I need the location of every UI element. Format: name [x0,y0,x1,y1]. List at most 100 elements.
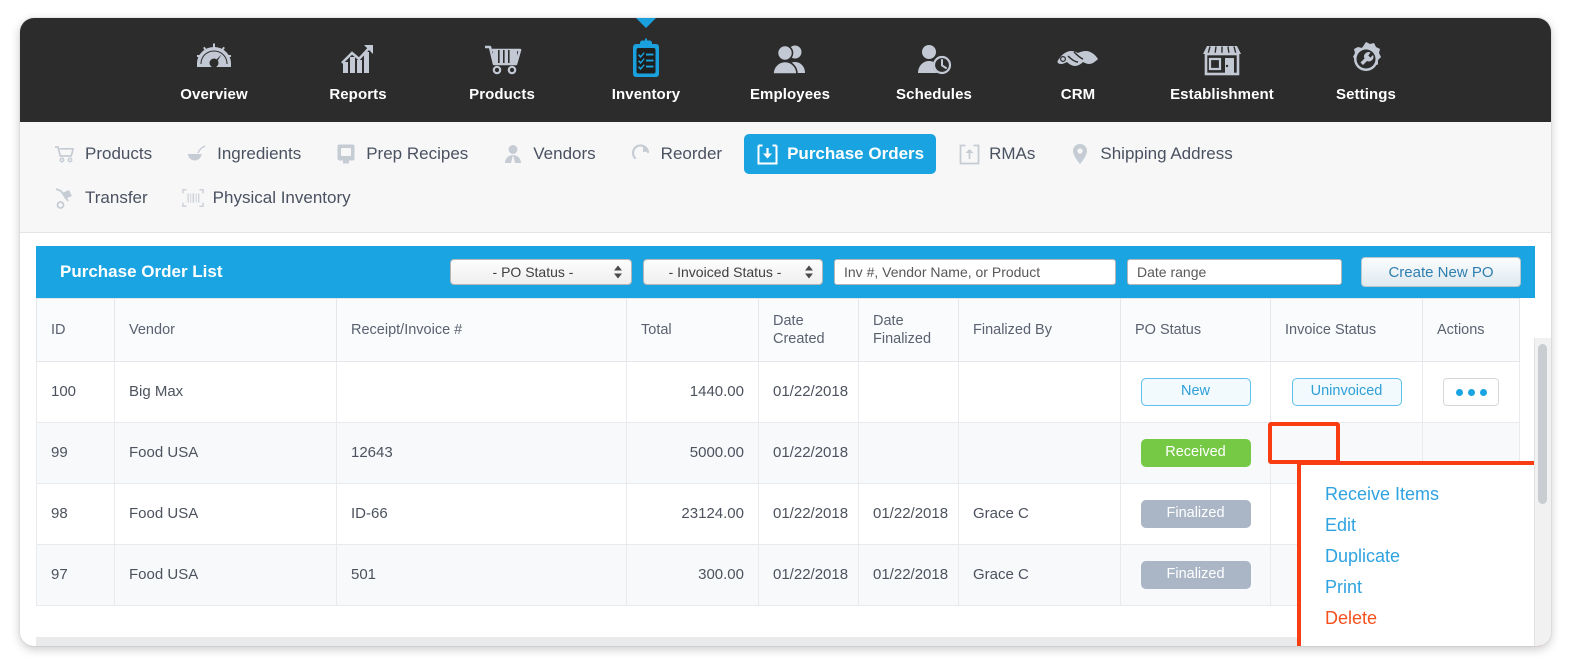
search-input[interactable]: Inv #, Vendor Name, or Product [834,259,1116,285]
subnav-label: Physical Inventory [212,188,351,207]
col-header-date-created-line2: Created [773,331,825,347]
two-people-icon [767,34,813,84]
subnav-label: Vendors [533,144,596,163]
col-header-date-finalized-line2: Finalized [873,331,932,347]
subnav-label: Transfer [85,188,148,207]
col-header-finalized-by[interactable]: Finalized By [958,298,1121,362]
po-status-select-value: - PO Status - [492,264,574,280]
dot [1467,388,1475,396]
table-header-row: ID Vendor Receipt/Invoice # Total Date C… [36,298,1520,362]
handshake-icon [1054,34,1102,84]
col-header-receipt-invoice[interactable]: Receipt/Invoice # [336,298,627,362]
screenshot-stage: Overview Reports Products Inventory Empl… [0,0,1571,663]
cell-vendor: Food USA [114,422,337,484]
vertical-scrollbar[interactable] [1534,338,1551,646]
subnav-label: Reorder [660,144,723,163]
subnav-item-shipping-address[interactable]: Shipping Address [1057,134,1244,174]
hand-truck-icon [54,187,76,209]
col-header-invoice-status[interactable]: Invoice Status [1270,298,1423,362]
subnav-item-prep-recipes[interactable]: Prep Recipes [323,134,480,174]
menu-item-print[interactable]: Print [1301,572,1538,603]
cell-receipt: 501 [336,544,627,606]
menu-item-edit[interactable]: Edit [1301,510,1538,541]
vertical-scrollbar-thumb[interactable] [1538,344,1547,504]
nav-item-overview[interactable]: Overview [142,18,286,103]
nav-item-products[interactable]: Products [430,18,574,103]
cell-po-status: Finalized [1120,483,1271,545]
cell-date-finalized [858,361,959,423]
invoiced-status-select[interactable]: - Invoiced Status - [643,259,823,285]
nav-item-crm[interactable]: CRM [1006,18,1150,103]
subnav-item-physical-inventory[interactable]: Physical Inventory [170,178,363,218]
cell-receipt: ID-66 [336,483,627,545]
subnav-item-rmas[interactable]: RMAs [946,134,1047,174]
status-badge-invoice[interactable]: Uninvoiced [1291,378,1402,406]
col-header-total[interactable]: Total [626,298,759,362]
col-header-actions[interactable]: Actions [1422,298,1520,362]
col-header-vendor[interactable]: Vendor [114,298,337,362]
upload-box-icon [958,143,980,165]
col-header-date-created[interactable]: Date Created [758,298,859,362]
cell-finalized-by [958,422,1121,484]
menu-item-delete[interactable]: Delete [1301,603,1538,634]
cell-date-created: 01/22/2018 [758,544,859,606]
cell-receipt: 12643 [336,422,627,484]
subnav-label: Shipping Address [1100,144,1233,163]
subnav-item-reorder[interactable]: Reorder [618,134,734,174]
cell-date-finalized: 01/22/2018 [858,544,959,606]
subnav-item-purchase-orders[interactable]: Purchase Orders [744,134,937,174]
nav-item-establishment[interactable]: Establishment [1150,18,1294,103]
subnav-item-transfer[interactable]: Transfer [42,178,160,218]
status-badge-po[interactable]: Received [1140,439,1251,467]
mixing-bowl-icon [186,143,208,165]
subnav-label: Purchase Orders [787,144,925,163]
inventory-subnavigation: Products Ingredients Prep Recipes Vendor… [20,122,1551,233]
nav-item-reports[interactable]: Reports [286,18,430,103]
gauge-icon [192,34,236,84]
clipboard-checklist-icon [626,34,666,84]
nav-item-employees[interactable]: Employees [718,18,862,103]
search-input-placeholder: Inv #, Vendor Name, or Product [844,264,1041,280]
actions-menu-button[interactable] [1443,378,1499,406]
create-new-po-button[interactable]: Create New PO [1361,257,1521,287]
shopping-cart-icon [479,34,525,84]
subnav-label: Ingredients [217,144,302,163]
nav-item-settings[interactable]: Settings [1294,18,1438,103]
nav-item-inventory[interactable]: Inventory [574,18,718,103]
active-tab-pointer [635,18,657,28]
menu-item-duplicate[interactable]: Duplicate [1301,541,1538,572]
col-header-id[interactable]: ID [36,298,115,362]
col-header-date-finalized[interactable]: Date Finalized [858,298,959,362]
cell-id: 99 [36,422,115,484]
status-badge-po[interactable]: New [1140,378,1251,406]
cell-total: 300.00 [626,544,759,606]
cell-po-status: Finalized [1120,544,1271,606]
date-range-input[interactable]: Date range [1127,259,1342,285]
cell-id: 97 [36,544,115,606]
toolbar-controls: - PO Status - - Invoiced Status - Inv #,… [450,257,1521,287]
cell-total: 1440.00 [626,361,759,423]
nav-item-schedules[interactable]: Schedules [862,18,1006,103]
subnav-item-products[interactable]: Products [42,134,164,174]
dot [1455,388,1463,396]
person-clock-icon [911,34,957,84]
cell-invoice-status: Uninvoiced [1270,361,1423,423]
nav-label: Employees [749,86,831,103]
subnav-item-vendors[interactable]: Vendors [490,134,607,174]
cell-po-status: New [1120,361,1271,423]
nav-label: Products [469,86,535,103]
table-row[interactable]: 100 Big Max 1440.00 01/22/2018 New Uninv… [36,361,1520,423]
cell-vendor: Big Max [114,361,337,423]
cell-id: 100 [36,361,115,423]
status-badge-po[interactable]: Finalized [1140,500,1251,528]
nav-label: CRM [1060,86,1096,103]
stepper-arrows-icon [614,265,622,279]
date-range-placeholder: Date range [1137,264,1207,280]
col-header-po-status[interactable]: PO Status [1120,298,1271,362]
cell-date-created: 01/22/2018 [758,483,859,545]
po-status-select[interactable]: - PO Status - [450,259,632,285]
status-badge-po[interactable]: Finalized [1140,561,1251,589]
map-pin-icon [1069,143,1091,165]
menu-item-receive-items[interactable]: Receive Items [1301,479,1538,510]
subnav-item-ingredients[interactable]: Ingredients [174,134,313,174]
